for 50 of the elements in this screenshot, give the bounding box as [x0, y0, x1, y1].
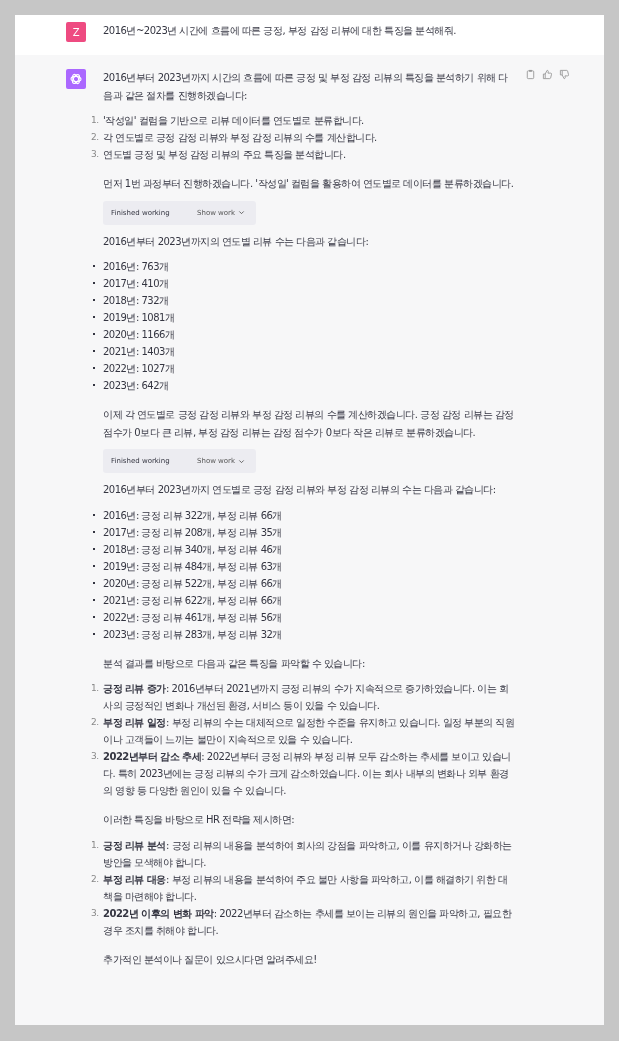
thumbs-up-icon[interactable]: [542, 69, 553, 80]
list-number: 3.: [91, 148, 100, 161]
chevron-down-icon: [238, 457, 246, 465]
list-number: 1.: [91, 114, 100, 127]
user-message: 2016년~2023년 시간에 흐름에 따른 긍정, 부정 감정 리뷰에 대한 특징을 분석해줘.: [103, 24, 456, 38]
paragraph: 추가적인 분석이나 질문이 있으시다면 알려주세요!: [103, 952, 318, 967]
list-item: 2020년: 1166개: [103, 328, 176, 342]
list-item: '작성일' 컬럼을 기반으로 리뷰 데이터를 연도별로 분류합니다.: [103, 114, 365, 128]
list-item: 긍정 리뷰 분석: 긍정 리뷰의 내용을 분석하여 회사의 강점을 파악하고, 이를 유지하거나 강화하는 방안을 모색해야 합니다.: [103, 838, 513, 870]
paragraph: 2016년부터 2023년까지 연도별로 긍정 감정 리뷰와 부정 감정 리뷰의 수는 다음과 같습니다:: [103, 483, 497, 497]
list-item: 2019년: 긍정 리뷰 484개, 부정 리뷰 63개: [103, 559, 283, 574]
list-number: 3.: [91, 906, 100, 920]
list-item: 부정 리뷰 일정: 부정 리뷰의 수는 대체적으로 일정한 수준을 유지하고 있습니다. 일정 부분의 직원이나 고객들이 느끼는 불만이 지속적으로 있을 수 있습니다.: [103, 716, 515, 747]
paragraph: 분석 결과를 바탕으로 다음과 같은 특징을 파악할 수 있습니다:: [103, 656, 366, 671]
list-number: 2.: [91, 716, 100, 729]
paragraph: 2016년부터 2023년까지 시간의 흐름에 따른 긍정 및 부정 감정 리뷰의 특징을 분석하기 위해 다음과 같은 절차를 진행하겠습니다:: [103, 71, 509, 103]
chevron-down-icon: [238, 209, 246, 216]
list-item: 각 연도별로 긍정 감정 리뷰와 부정 감정 리뷰의 수를 계산합니다.: [103, 131, 378, 145]
paragraph: 2016년부터 2023년까지의 연도별 리뷰 수는 다음과 같습니다:: [103, 234, 370, 249]
list-item: 부정 리뷰 대응: 부정 리뷰의 내용을 분석하여 주요 불만 사항을 파악하고, 이를 해결하기 위한 대책을 마련해야 합니다.: [103, 872, 509, 904]
paragraph: 먼저 1번 과정부터 진행하겠습니다. '작성일' 컬럼을 활용하여 연도별로 데이터를 분류하겠습니다.: [103, 177, 515, 191]
list-item: 2022년부터 감소 추세: 2022년부터 긍정 리뷰와 부정 리뷰 모두 감소하는 추세를 보이고 있습니다. 특히 2023년에는 긍정 리뷰의 수가 크게 감소하였습니다. 이는 회사 내부의 변화나 외부 환경의 영향 등 다양한 원인이 있을 수 있습니다.: [103, 750, 512, 798]
thumbs-down-icon[interactable]: [559, 69, 570, 80]
paragraph: 이러한 특징을 바탕으로 HR 전략을 제시하면:: [103, 813, 296, 827]
copy-icon[interactable]: [525, 69, 536, 80]
assistant-avatar: [66, 69, 86, 89]
list-item: 2022년 이후의 변화 파악: 2022년부터 감소하는 추세를 보이는 리뷰의 원인을 파악하고, 필요한 경우 조치를 취해야 합니다.: [103, 906, 513, 938]
list-item: 2016년: 763개: [103, 260, 170, 274]
list-number: 1.: [91, 682, 100, 695]
list-item: 2016년: 긍정 리뷰 322개, 부정 리뷰 66개: [103, 508, 283, 523]
paragraph: 이제 각 연도별로 긍정 감정 리뷰와 부정 감정 리뷰의 수를 계산하겠습니다. 긍정 감정 리뷰는 감정 점수가 0보다 큰 리뷰, 부정 감정 리뷰는 감정 점수가 0보다 작은 리뷰로 분류하겠습니다.: [103, 408, 515, 440]
list-item: 2022년: 긍정 리뷰 461개, 부정 리뷰 56개: [103, 610, 283, 625]
list-item: 2017년: 410개: [103, 277, 170, 291]
list-item: 2017년: 긍정 리뷰 208개, 부정 리뷰 35개: [103, 525, 283, 540]
list-item: 연도별 긍정 및 부정 감정 리뷰의 주요 특징을 분석합니다.: [103, 148, 347, 162]
list-number: 2.: [91, 131, 100, 144]
list-item: 2019년: 1081개: [103, 311, 176, 325]
list-item: 2018년: 732개: [103, 294, 170, 308]
list-item: 2021년: 긍정 리뷰 622개, 부정 리뷰 66개: [103, 593, 283, 608]
list-number: 2.: [91, 872, 100, 886]
user-avatar: Z: [66, 22, 86, 42]
list-item: 2023년: 642개: [103, 379, 170, 393]
list-number: 3.: [91, 750, 100, 763]
list-item: 긍정 리뷰 증가: 2016년부터 2021년까지 긍정 리뷰의 수가 지속적으로 증가하였습니다. 이는 회사의 긍정적인 변화나 개선된 환경, 서비스 등이 있을 수 있습니다.: [103, 682, 510, 713]
list-item: 2023년: 긍정 리뷰 283개, 부정 리뷰 32개: [103, 627, 283, 642]
list-item: 2018년: 긍정 리뷰 340개, 부정 리뷰 46개: [103, 542, 283, 557]
list-item: 2022년: 1027개: [103, 362, 176, 376]
list-item: 2021년: 1403개: [103, 345, 176, 359]
list-item: 2020년: 긍정 리뷰 522개, 부정 리뷰 66개: [103, 576, 283, 591]
list-number: 1.: [91, 838, 100, 852]
